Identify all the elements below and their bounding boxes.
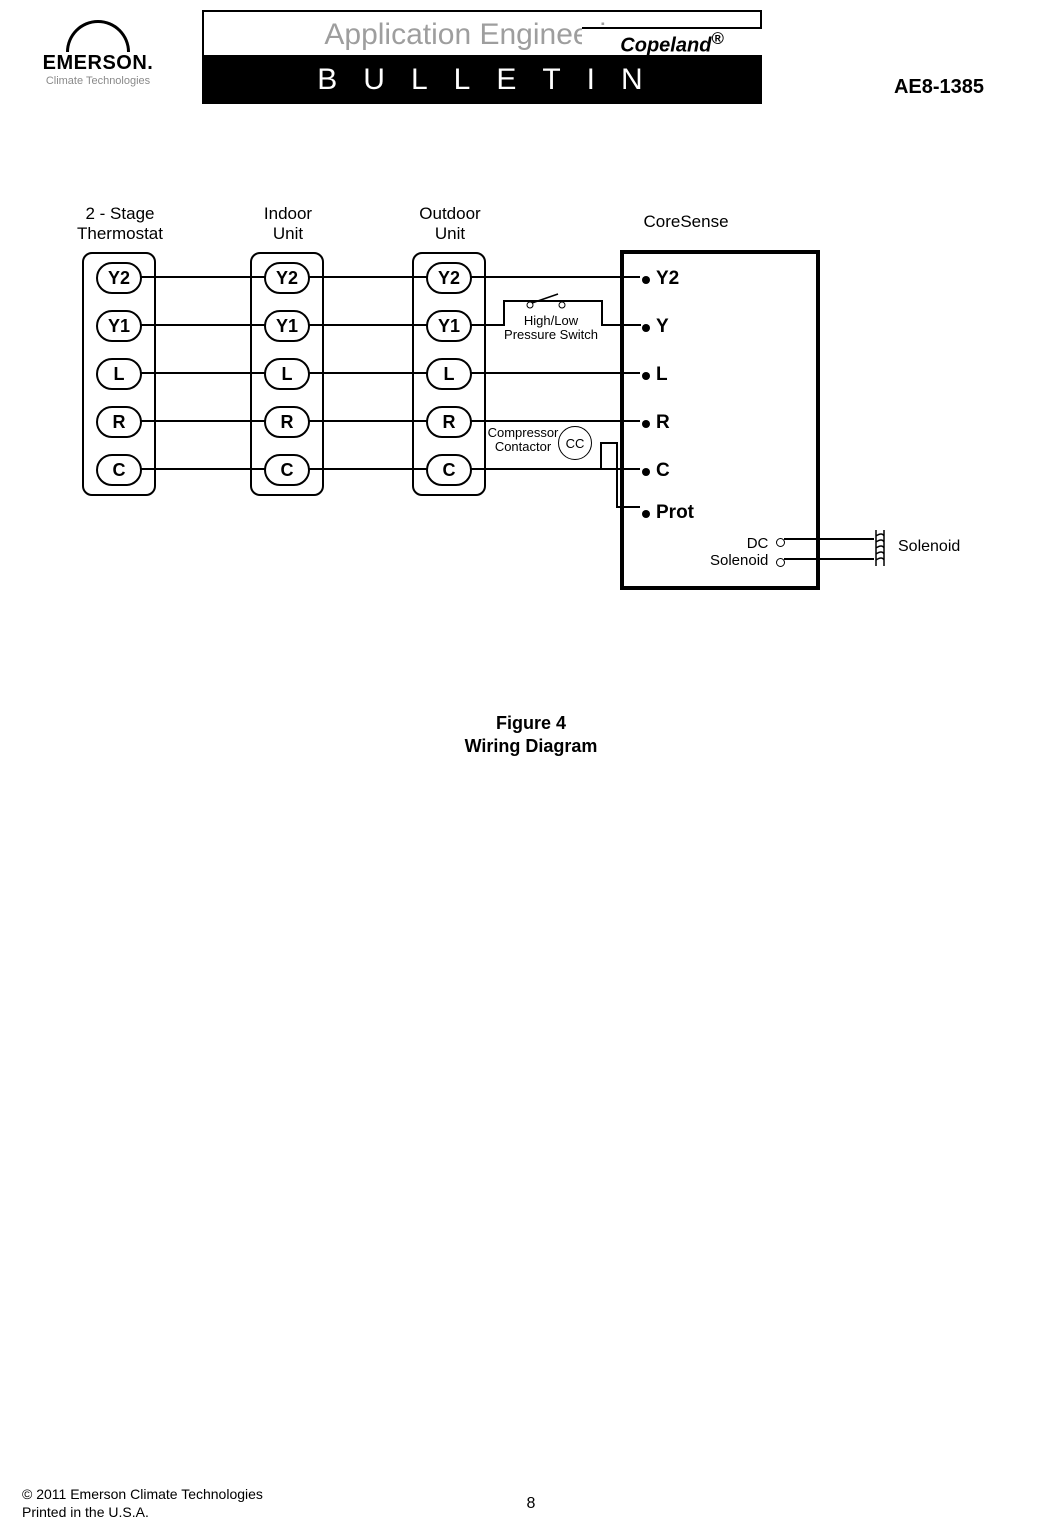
solenoid-icon	[870, 530, 888, 571]
terminal: C	[426, 454, 472, 486]
wire	[616, 442, 618, 508]
terminal: L	[426, 358, 472, 390]
indoor-unit-label: IndoorUnit	[228, 204, 348, 243]
terminal: C	[264, 454, 310, 486]
emerson-name: EMERSON.	[24, 52, 172, 75]
terminal: R	[426, 406, 472, 438]
wire	[565, 300, 603, 302]
terminal: Y2	[96, 262, 142, 294]
pressure-switch-icon	[526, 292, 562, 306]
wire	[784, 558, 874, 560]
figure-title: Wiring Diagram	[0, 735, 1062, 758]
terminal: L	[264, 358, 310, 390]
terminal: L	[96, 358, 142, 390]
wire	[784, 538, 874, 540]
cs-terminal: Prot	[656, 502, 694, 524]
wire	[465, 276, 640, 278]
wire	[465, 372, 640, 374]
document-id: AE8-1385	[894, 76, 984, 99]
terminal-dot	[642, 276, 650, 284]
footer-copyright: © 2011 Emerson Climate Technologies Prin…	[22, 1485, 263, 1521]
terminal: Y1	[426, 310, 472, 342]
copeland-logo: Copeland® brand products	[582, 27, 762, 55]
terminal: C	[96, 454, 142, 486]
printed-line: Printed in the U.S.A.	[22, 1503, 263, 1521]
cs-terminal: Y2	[656, 268, 679, 290]
copeland-subtext: brand products	[582, 58, 762, 67]
copeland-registered: ®	[711, 29, 723, 48]
copeland-name: Copeland	[620, 35, 711, 57]
terminal: R	[96, 406, 142, 438]
terminal: R	[264, 406, 310, 438]
terminal-dot	[642, 324, 650, 332]
terminal-dot	[642, 510, 650, 518]
cs-terminal: C	[656, 460, 670, 482]
terminal: Y2	[264, 262, 310, 294]
emerson-logo: EMERSON. Climate Technologies	[24, 20, 172, 87]
copyright-line: © 2011 Emerson Climate Technologies	[22, 1485, 263, 1503]
outdoor-unit-box: Y2 Y1 L R C	[412, 252, 486, 496]
coresense-label: CoreSense	[626, 212, 746, 232]
wire	[601, 324, 641, 326]
wire	[616, 506, 640, 508]
dc-solenoid-label: DCSolenoid	[710, 536, 768, 569]
cs-terminal: L	[656, 364, 668, 386]
wiring-diagram: 2 - StageThermostat IndoorUnit OutdoorUn…	[60, 204, 1000, 704]
page-header: EMERSON. Climate Technologies Applicatio…	[24, 10, 984, 110]
wire	[600, 442, 602, 470]
terminal-dot	[642, 468, 650, 476]
terminal-dot	[642, 372, 650, 380]
figure-number: Figure 4	[0, 712, 1062, 735]
thermostat-box: Y2 Y1 L R C	[82, 252, 156, 496]
contactor-label: CompressorContactor	[468, 426, 578, 455]
indoor-unit-box: Y2 Y1 L R C	[250, 252, 324, 496]
terminal: Y1	[264, 310, 310, 342]
solenoid-label: Solenoid	[898, 538, 960, 556]
cs-terminal: R	[656, 412, 670, 434]
thermostat-label: 2 - StageThermostat	[60, 204, 180, 243]
wire	[465, 420, 640, 422]
wire	[465, 468, 600, 470]
outdoor-unit-label: OutdoorUnit	[390, 204, 510, 243]
figure-caption: Figure 4 Wiring Diagram	[0, 712, 1062, 757]
terminal-dot	[642, 420, 650, 428]
emerson-arc-icon	[66, 20, 130, 52]
terminal: Y1	[96, 310, 142, 342]
cs-terminal: Y	[656, 316, 669, 338]
emerson-tagline: Climate Technologies	[24, 75, 172, 87]
terminal: Y2	[426, 262, 472, 294]
wire	[600, 468, 640, 470]
pressure-switch-label: High/LowPressure Switch	[496, 314, 606, 343]
